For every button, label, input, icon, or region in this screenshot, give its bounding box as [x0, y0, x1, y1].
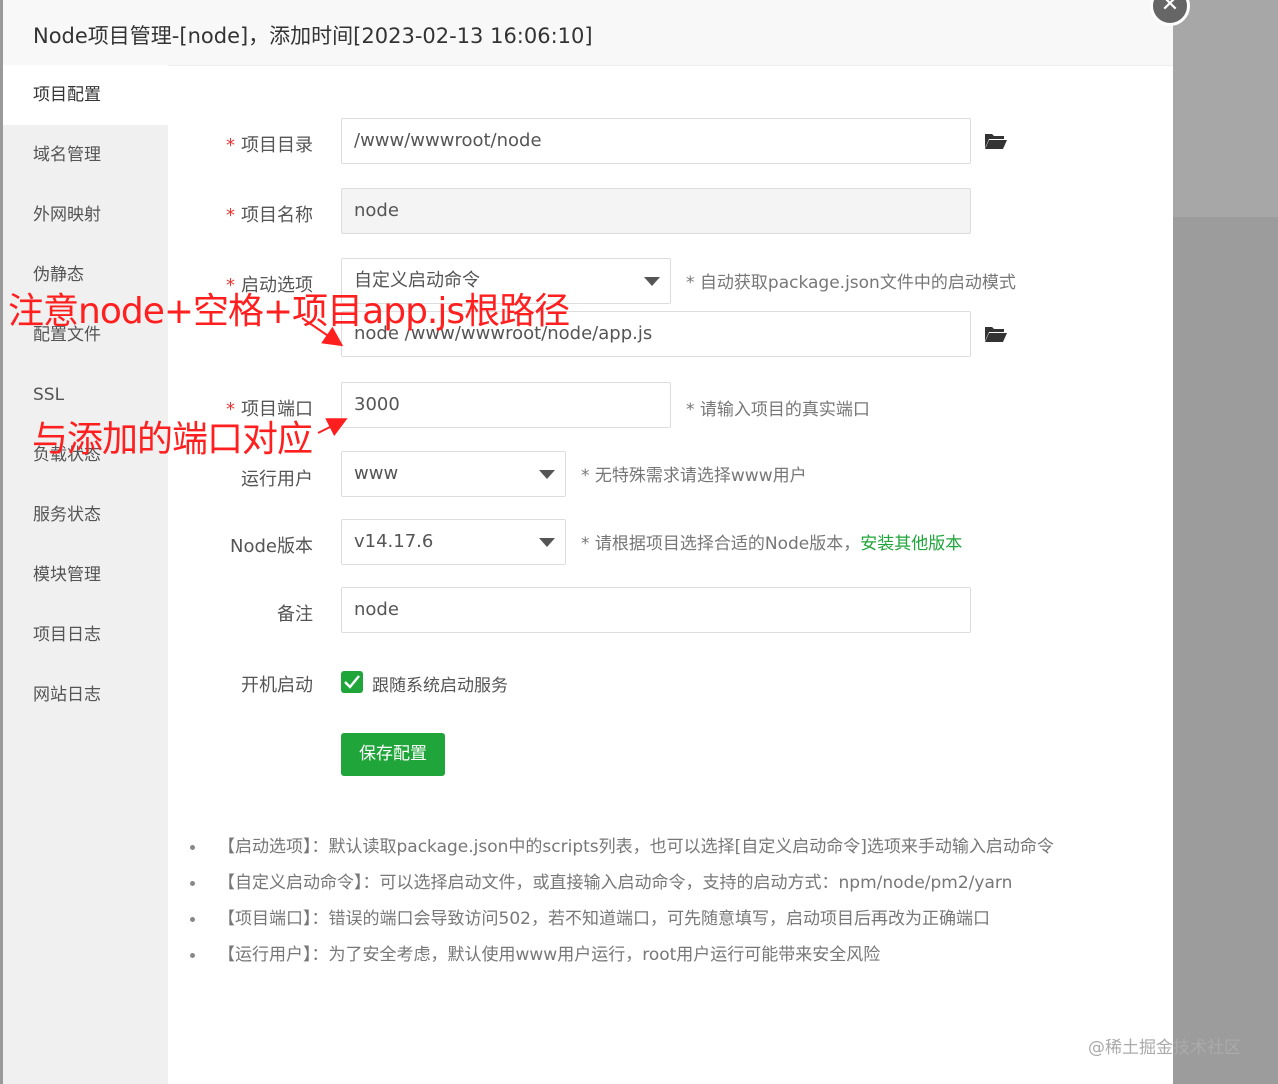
- background-strip: [1173, 78, 1278, 136]
- sidebar: 项目配置 域名管理 外网映射 伪静态 配置文件 SSL 负载状态 服务状态 模块…: [3, 65, 168, 1084]
- sidebar-item-service-status[interactable]: 服务状态: [3, 485, 168, 545]
- project-dir-label: * 项目目录: [226, 135, 313, 156]
- close-icon: ✕: [1160, 0, 1180, 17]
- folder-open-icon[interactable]: [984, 131, 1008, 151]
- sidebar-item-domain[interactable]: 域名管理: [3, 125, 168, 185]
- help-notes: 【启动选项】：默认读取package.json中的scripts列表，也可以选择…: [190, 829, 1054, 973]
- modal-title: Node项目管理-[node]，添加时间[2023-02-13 16:06:10…: [33, 24, 593, 48]
- sidebar-item-project-log[interactable]: 项目日志: [3, 605, 168, 665]
- sidebar-item-project-config[interactable]: 项目配置: [3, 65, 168, 125]
- note-item: 【运行用户】：为了安全考虑，默认使用www用户运行，root用户运行可能带来安全…: [190, 937, 1054, 973]
- chevron-down-icon: [644, 277, 660, 286]
- start-option-hint: * 自动获取package.json文件中的启动模式: [686, 273, 1016, 293]
- autostart-checkbox[interactable]: [341, 671, 363, 693]
- run-user-hint: * 无特殊需求请选择www用户: [581, 466, 807, 486]
- run-user-label: 运行用户: [241, 469, 313, 490]
- install-other-version-link[interactable]: 安装其他版本: [860, 534, 962, 554]
- save-config-button[interactable]: 保存配置: [341, 733, 445, 776]
- note-item: 【项目端口】：错误的端口会导致访问502，若不知道端口，可先随意填写，启动项目后…: [190, 901, 1054, 937]
- port-hint: * 请输入项目的真实端口: [686, 400, 870, 420]
- port-input[interactable]: 3000: [341, 382, 671, 428]
- node-version-select[interactable]: v14.17.6: [341, 519, 566, 565]
- remark-input[interactable]: node: [341, 587, 971, 633]
- chevron-down-icon: [539, 538, 555, 547]
- node-project-modal: Node项目管理-[node]，添加时间[2023-02-13 16:06:10…: [3, 0, 1173, 1084]
- note-item: 【启动选项】：默认读取package.json中的scripts列表，也可以选择…: [190, 829, 1054, 865]
- node-version-hint: * 请根据项目选择合适的Node版本，安装其他版本: [581, 534, 963, 554]
- sidebar-item-module[interactable]: 模块管理: [3, 545, 168, 605]
- autostart-checkbox-label[interactable]: 跟随系统启动服务: [372, 671, 508, 696]
- autostart-label: 开机启动: [241, 675, 313, 696]
- project-name-label: * 项目名称: [226, 205, 313, 226]
- chevron-down-icon: [539, 470, 555, 479]
- project-dir-input[interactable]: /www/wwwroot/node: [341, 118, 971, 164]
- modal-header: Node项目管理-[node]，添加时间[2023-02-13 16:06:10…: [3, 0, 1173, 66]
- checkmark-icon: [344, 675, 360, 689]
- project-name-input[interactable]: node: [341, 188, 971, 234]
- background-strip: [1173, 135, 1278, 217]
- project-config-form: * 项目目录 /www/wwwroot/node * 项目名称 node * 启动选项…: [168, 65, 1173, 1084]
- folder-open-icon[interactable]: [984, 324, 1008, 344]
- node-version-label: Node版本: [230, 536, 313, 557]
- sidebar-item-site-log[interactable]: 网站日志: [3, 665, 168, 725]
- watermark: @稀土掘金技术社区: [1088, 1038, 1241, 1058]
- annotation-start-command: 注意node+空格+项目app.js根路径: [8, 291, 570, 332]
- remark-label: 备注: [277, 604, 313, 625]
- run-user-select[interactable]: www: [341, 451, 566, 497]
- annotation-port: 与添加的端口对应: [32, 419, 313, 460]
- note-item: 【自定义启动命令】：可以选择启动文件，或直接输入启动命令，支持的启动方式：npm…: [190, 865, 1054, 901]
- sidebar-item-external-mapping[interactable]: 外网映射: [3, 185, 168, 245]
